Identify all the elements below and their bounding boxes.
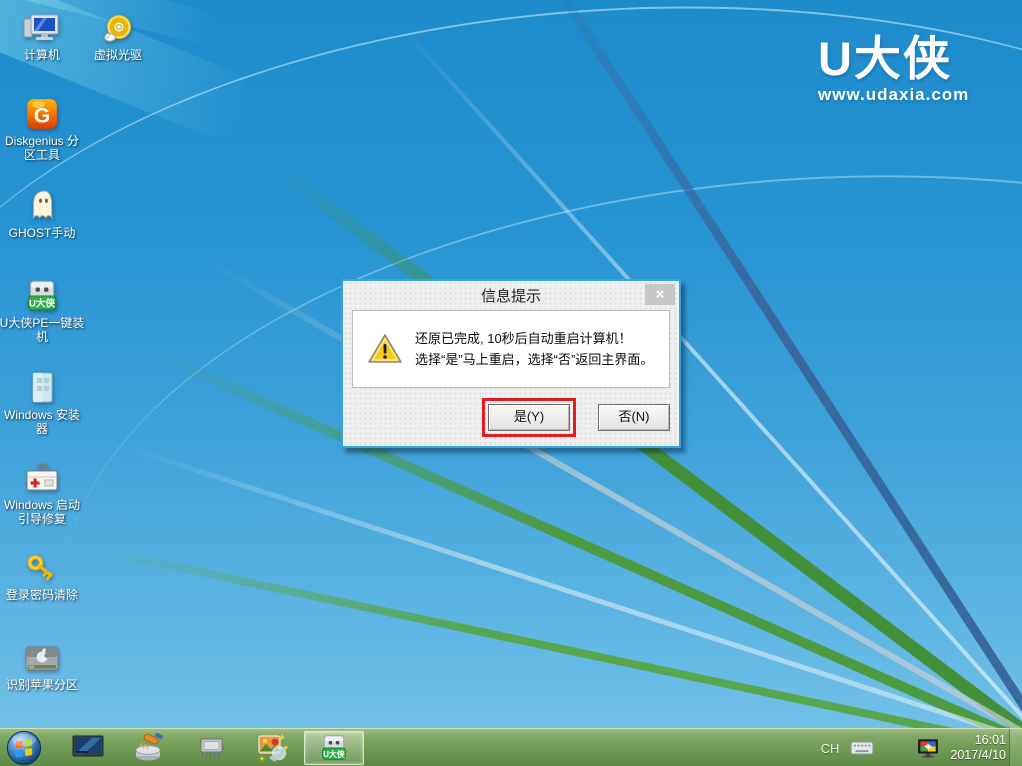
warning-icon	[367, 333, 403, 365]
taskbar-disk-tool[interactable]	[131, 729, 167, 766]
tray-time: 16:01	[950, 733, 1006, 748]
desktop-icon-label: GHOST手动	[9, 226, 76, 240]
svg-text:U大侠: U大侠	[29, 298, 55, 310]
diskgenius-icon: G	[25, 92, 59, 132]
desktop-icon-boot-repair[interactable]: Windows 启动引导修复	[0, 456, 85, 526]
taskbar-show-desktop-app[interactable]	[70, 729, 106, 766]
no-button[interactable]: 否(N)	[598, 404, 670, 431]
windows-installer-icon	[26, 366, 58, 406]
show-desktop-button[interactable]	[1009, 729, 1022, 766]
display-settings-icon[interactable]	[917, 738, 939, 758]
info-dialog: 信息提示 × 还原已完成, 10秒后自动重启计算机！ 选择“是”马上重启，选择“…	[341, 279, 681, 448]
computer-icon	[23, 6, 61, 46]
desktop-icon-label: Diskgenius 分区工具	[0, 134, 85, 162]
disk-cleanup-icon	[132, 733, 166, 763]
memory-chip-icon	[195, 734, 229, 762]
desktop-icon-computer[interactable]: 计算机	[0, 6, 85, 62]
logo-title: U大侠	[818, 34, 969, 84]
ghost-icon	[25, 184, 59, 224]
show-desktop-app-icon	[72, 735, 104, 761]
start-orb-icon	[6, 730, 42, 766]
dialog-message-line1: 还原已完成, 10秒后自动重启计算机！	[415, 328, 653, 349]
dialog-titlebar: 信息提示 ×	[343, 281, 679, 309]
desktop-icon-diskgenius[interactable]: G Diskgenius 分区工具	[0, 92, 85, 162]
dialog-message-panel: 还原已完成, 10秒后自动重启计算机！ 选择“是”马上重启，选择“否”返回主界面…	[352, 310, 670, 388]
udaxia-pe-usb-icon: U大侠	[24, 274, 60, 314]
desktop-icon-label: 识别苹果分区	[6, 678, 78, 692]
taskbar-udaxia-app-active[interactable]: U大侠	[304, 731, 364, 765]
desktop-icon-udaxia-pe[interactable]: U大侠 U大侠PE一键装机	[0, 274, 85, 344]
taskbar-image-tool[interactable]	[254, 729, 292, 766]
apple-partition-icon	[23, 636, 61, 676]
desktop-icon-apple-partition[interactable]: 识别苹果分区	[0, 636, 85, 692]
dialog-message: 还原已完成, 10秒后自动重启计算机！ 选择“是”马上重启，选择“否”返回主界面…	[415, 328, 653, 370]
desktop-icon-ghost[interactable]: GHOST手动	[0, 184, 85, 240]
logo-subtitle: www.udaxia.com	[818, 85, 969, 105]
tray-clock[interactable]: 16:01 2017/4/10	[950, 733, 1006, 763]
virtual-cd-drive-icon	[101, 6, 135, 46]
desktop-icon-label: 登录密码清除	[6, 588, 78, 602]
dialog-title: 信息提示	[481, 285, 541, 306]
boot-repair-icon	[23, 456, 61, 496]
dialog-message-line2: 选择“是”马上重启，选择“否”返回主界面。	[415, 349, 653, 370]
language-indicator[interactable]: CH	[821, 741, 840, 756]
svg-text:G: G	[34, 104, 51, 128]
password-key-icon	[23, 546, 61, 586]
desktop-icon-password-clear[interactable]: 登录密码清除	[0, 546, 85, 602]
udaxia-logo: U大侠 www.udaxia.com	[818, 34, 969, 105]
desktop-icon-virtual-cd[interactable]: 虚拟光驱	[75, 6, 161, 62]
desktop-icon-windows-installer[interactable]: Windows 安装器	[0, 366, 85, 436]
desktop-icon-label: Windows 启动引导修复	[0, 498, 85, 526]
desktop-icon-label: 计算机	[24, 48, 60, 62]
tray-date: 2017/4/10	[950, 748, 1006, 763]
taskbar-memory-tool[interactable]	[193, 729, 231, 766]
taskbar: U大侠 CH 16:	[0, 728, 1022, 766]
yes-button[interactable]: 是(Y)	[488, 404, 570, 431]
udaxia-app-icon: U大侠	[319, 733, 349, 763]
svg-text:U大侠: U大侠	[323, 749, 346, 759]
keyboard-icon[interactable]	[850, 740, 874, 756]
desktop-wallpaper: U大侠 www.udaxia.com 计算机	[0, 0, 1022, 766]
image-viewer-icon	[256, 732, 290, 764]
desktop-icon-label: Windows 安装器	[0, 408, 85, 436]
close-icon[interactable]: ×	[645, 284, 675, 305]
desktop-icon-label: U大侠PE一键装机	[0, 316, 85, 344]
start-button[interactable]	[4, 729, 44, 766]
desktop-icon-label: 虚拟光驱	[94, 48, 142, 62]
system-tray: CH 16:01 2017/4/10	[821, 729, 1006, 766]
